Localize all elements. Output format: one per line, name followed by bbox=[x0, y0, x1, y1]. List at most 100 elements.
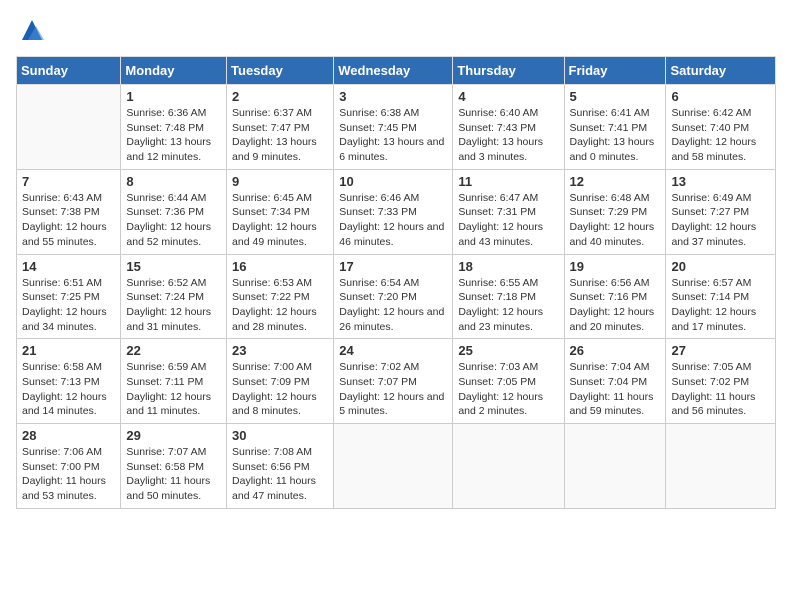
calendar-cell: 19 Sunrise: 6:56 AMSunset: 7:16 PMDayligh… bbox=[564, 254, 666, 339]
cell-details: Sunrise: 6:52 AMSunset: 7:24 PMDaylight:… bbox=[126, 276, 221, 335]
calendar-cell: 23 Sunrise: 7:00 AMSunset: 7:09 PMDayligh… bbox=[227, 339, 334, 424]
calendar-cell: 7 Sunrise: 6:43 AMSunset: 7:38 PMDaylight… bbox=[17, 169, 121, 254]
day-number: 12 bbox=[570, 174, 661, 189]
cell-details: Sunrise: 6:38 AMSunset: 7:45 PMDaylight:… bbox=[339, 106, 447, 165]
weekday-header-wednesday: Wednesday bbox=[334, 57, 453, 85]
calendar-table: SundayMondayTuesdayWednesdayThursdayFrid… bbox=[16, 56, 776, 509]
weekday-header-thursday: Thursday bbox=[453, 57, 564, 85]
calendar-week-3: 14 Sunrise: 6:51 AMSunset: 7:25 PMDayligh… bbox=[17, 254, 776, 339]
calendar-week-2: 7 Sunrise: 6:43 AMSunset: 7:38 PMDaylight… bbox=[17, 169, 776, 254]
calendar-week-4: 21Sunrise: 6:58 AMSunset: 7:13 PMDayligh… bbox=[17, 339, 776, 424]
calendar-cell: 11 Sunrise: 6:47 AMSunset: 7:31 PMDayligh… bbox=[453, 169, 564, 254]
day-number: 14 bbox=[22, 259, 115, 274]
cell-details: Sunrise: 6:51 AMSunset: 7:25 PMDaylight:… bbox=[22, 276, 115, 335]
weekday-header-saturday: Saturday bbox=[666, 57, 776, 85]
cell-details: Sunrise: 7:06 AMSunset: 7:00 PMDaylight:… bbox=[22, 445, 115, 504]
cell-details: Sunrise: 6:37 AMSunset: 7:47 PMDaylight:… bbox=[232, 106, 328, 165]
cell-details: Sunrise: 7:03 AMSunset: 7:05 PMDaylight:… bbox=[458, 360, 558, 419]
cell-details: Sunrise: 6:56 AMSunset: 7:16 PMDaylight:… bbox=[570, 276, 661, 335]
calendar-cell: 6 Sunrise: 6:42 AMSunset: 7:40 PMDaylight… bbox=[666, 85, 776, 170]
day-number: 15 bbox=[126, 259, 221, 274]
calendar-cell: 2 Sunrise: 6:37 AMSunset: 7:47 PMDaylight… bbox=[227, 85, 334, 170]
calendar-cell: 29 Sunrise: 7:07 AMSunset: 6:58 PMDayligh… bbox=[121, 424, 227, 509]
calendar-cell: 10 Sunrise: 6:46 AMSunset: 7:33 PMDayligh… bbox=[334, 169, 453, 254]
day-number: 4 bbox=[458, 89, 558, 104]
calendar-cell: 8 Sunrise: 6:44 AMSunset: 7:36 PMDaylight… bbox=[121, 169, 227, 254]
cell-details: Sunrise: 6:49 AMSunset: 7:27 PMDaylight:… bbox=[671, 191, 770, 250]
calendar-cell: 18Sunrise: 6:55 AMSunset: 7:18 PMDayligh… bbox=[453, 254, 564, 339]
cell-details: Sunrise: 7:04 AMSunset: 7:04 PMDaylight:… bbox=[570, 360, 661, 419]
weekday-header-row: SundayMondayTuesdayWednesdayThursdayFrid… bbox=[17, 57, 776, 85]
calendar-cell bbox=[453, 424, 564, 509]
cell-details: Sunrise: 6:41 AMSunset: 7:41 PMDaylight:… bbox=[570, 106, 661, 165]
calendar-cell bbox=[666, 424, 776, 509]
day-number: 27 bbox=[671, 343, 770, 358]
cell-details: Sunrise: 6:48 AMSunset: 7:29 PMDaylight:… bbox=[570, 191, 661, 250]
logo-icon bbox=[18, 16, 46, 44]
cell-details: Sunrise: 7:05 AMSunset: 7:02 PMDaylight:… bbox=[671, 360, 770, 419]
calendar-cell: 1 Sunrise: 6:36 AMSunset: 7:48 PMDaylight… bbox=[121, 85, 227, 170]
weekday-header-tuesday: Tuesday bbox=[227, 57, 334, 85]
calendar-week-5: 28 Sunrise: 7:06 AMSunset: 7:00 PMDayligh… bbox=[17, 424, 776, 509]
calendar-cell: 15 Sunrise: 6:52 AMSunset: 7:24 PMDayligh… bbox=[121, 254, 227, 339]
calendar-cell: 25 Sunrise: 7:03 AMSunset: 7:05 PMDayligh… bbox=[453, 339, 564, 424]
calendar-cell bbox=[564, 424, 666, 509]
day-number: 7 bbox=[22, 174, 115, 189]
cell-details: Sunrise: 7:00 AMSunset: 7:09 PMDaylight:… bbox=[232, 360, 328, 419]
day-number: 26 bbox=[570, 343, 661, 358]
cell-details: Sunrise: 6:47 AMSunset: 7:31 PMDaylight:… bbox=[458, 191, 558, 250]
calendar-cell: 17 Sunrise: 6:54 AMSunset: 7:20 PMDayligh… bbox=[334, 254, 453, 339]
day-number: 29 bbox=[126, 428, 221, 443]
day-number: 13 bbox=[671, 174, 770, 189]
day-number: 30 bbox=[232, 428, 328, 443]
cell-details: Sunrise: 7:02 AMSunset: 7:07 PMDaylight:… bbox=[339, 360, 447, 419]
cell-details: Sunrise: 6:53 AMSunset: 7:22 PMDaylight:… bbox=[232, 276, 328, 335]
day-number: 16 bbox=[232, 259, 328, 274]
weekday-header-monday: Monday bbox=[121, 57, 227, 85]
cell-details: Sunrise: 6:42 AMSunset: 7:40 PMDaylight:… bbox=[671, 106, 770, 165]
cell-details: Sunrise: 6:55 AMSunset: 7:18 PMDaylight:… bbox=[458, 276, 558, 335]
cell-details: Sunrise: 6:40 AMSunset: 7:43 PMDaylight:… bbox=[458, 106, 558, 165]
cell-details: Sunrise: 6:54 AMSunset: 7:20 PMDaylight:… bbox=[339, 276, 447, 335]
cell-details: Sunrise: 6:36 AMSunset: 7:48 PMDaylight:… bbox=[126, 106, 221, 165]
day-number: 23 bbox=[232, 343, 328, 358]
cell-details: Sunrise: 6:43 AMSunset: 7:38 PMDaylight:… bbox=[22, 191, 115, 250]
weekday-header-sunday: Sunday bbox=[17, 57, 121, 85]
cell-details: Sunrise: 6:59 AMSunset: 7:11 PMDaylight:… bbox=[126, 360, 221, 419]
day-number: 10 bbox=[339, 174, 447, 189]
calendar-header: SundayMondayTuesdayWednesdayThursdayFrid… bbox=[17, 57, 776, 85]
cell-details: Sunrise: 6:44 AMSunset: 7:36 PMDaylight:… bbox=[126, 191, 221, 250]
day-number: 1 bbox=[126, 89, 221, 104]
day-number: 25 bbox=[458, 343, 558, 358]
calendar-cell: 16 Sunrise: 6:53 AMSunset: 7:22 PMDayligh… bbox=[227, 254, 334, 339]
calendar-cell bbox=[334, 424, 453, 509]
calendar-body: 1 Sunrise: 6:36 AMSunset: 7:48 PMDaylight… bbox=[17, 85, 776, 509]
day-number: 9 bbox=[232, 174, 328, 189]
cell-details: Sunrise: 7:07 AMSunset: 6:58 PMDaylight:… bbox=[126, 445, 221, 504]
calendar-cell: 27 Sunrise: 7:05 AMSunset: 7:02 PMDayligh… bbox=[666, 339, 776, 424]
cell-details: Sunrise: 6:45 AMSunset: 7:34 PMDaylight:… bbox=[232, 191, 328, 250]
calendar-cell: 13 Sunrise: 6:49 AMSunset: 7:27 PMDayligh… bbox=[666, 169, 776, 254]
day-number: 11 bbox=[458, 174, 558, 189]
logo bbox=[16, 16, 46, 44]
day-number: 19 bbox=[570, 259, 661, 274]
day-number: 17 bbox=[339, 259, 447, 274]
day-number: 5 bbox=[570, 89, 661, 104]
day-number: 22 bbox=[126, 343, 221, 358]
calendar-cell: 30 Sunrise: 7:08 AMSunset: 6:56 PMDayligh… bbox=[227, 424, 334, 509]
cell-details: Sunrise: 6:46 AMSunset: 7:33 PMDaylight:… bbox=[339, 191, 447, 250]
day-number: 2 bbox=[232, 89, 328, 104]
calendar-cell: 26 Sunrise: 7:04 AMSunset: 7:04 PMDayligh… bbox=[564, 339, 666, 424]
day-number: 8 bbox=[126, 174, 221, 189]
calendar-cell: 3Sunrise: 6:38 AMSunset: 7:45 PMDaylight… bbox=[334, 85, 453, 170]
cell-details: Sunrise: 6:57 AMSunset: 7:14 PMDaylight:… bbox=[671, 276, 770, 335]
day-number: 24 bbox=[339, 343, 447, 358]
day-number: 28 bbox=[22, 428, 115, 443]
cell-details: Sunrise: 7:08 AMSunset: 6:56 PMDaylight:… bbox=[232, 445, 328, 504]
calendar-cell: 22 Sunrise: 6:59 AMSunset: 7:11 PMDayligh… bbox=[121, 339, 227, 424]
day-number: 6 bbox=[671, 89, 770, 104]
page-header bbox=[16, 16, 776, 44]
calendar-cell: 14 Sunrise: 6:51 AMSunset: 7:25 PMDayligh… bbox=[17, 254, 121, 339]
calendar-week-1: 1 Sunrise: 6:36 AMSunset: 7:48 PMDaylight… bbox=[17, 85, 776, 170]
calendar-cell: 21Sunrise: 6:58 AMSunset: 7:13 PMDayligh… bbox=[17, 339, 121, 424]
